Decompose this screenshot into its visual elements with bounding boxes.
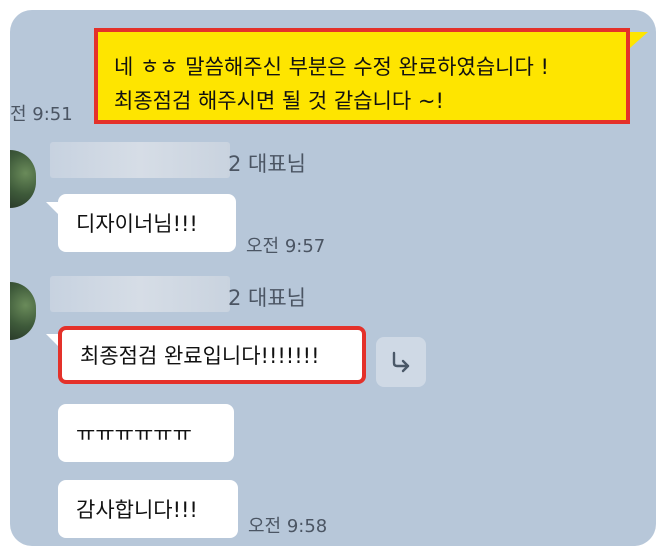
sender-name-blurred	[50, 276, 230, 312]
message-text: 감사합니다!!!	[76, 498, 198, 522]
outgoing-message-bubble[interactable]: 네 ㅎㅎ 말씀해주신 부분은 수정 완료하였습니다 ! 최종점검 해주시면 될 …	[94, 28, 630, 124]
highlighted-message-bubble[interactable]: 최종점검 완료입니다!!!!!!!	[58, 326, 366, 384]
sender-name-blurred	[50, 142, 230, 178]
outgoing-message-line1: 네 ㅎㅎ 말씀해주신 부분은 수정 완료하였습니다 !	[114, 55, 549, 79]
message-bubble[interactable]: 디자이너님!!!	[58, 194, 236, 252]
sender-name-label: 2 대표님	[228, 152, 306, 176]
outgoing-message-line2: 최종점검 해주시면 될 것 같습니다 ~!	[114, 89, 444, 113]
message-text: 최종점검 완료입니다!!!!!!!	[80, 344, 320, 368]
message-timestamp: 오전 9:58	[248, 516, 328, 537]
message-text: ㅠㅠㅠㅠㅠㅠ	[76, 422, 192, 446]
sender-avatar[interactable]	[10, 150, 36, 208]
message-timestamp: 오전 9:57	[246, 236, 326, 257]
outgoing-timestamp: 전 9:51	[10, 104, 73, 125]
chat-window: 네 ㅎㅎ 말씀해주신 부분은 수정 완료하였습니다 ! 최종점검 해주시면 될 …	[10, 10, 656, 546]
message-text: 디자이너님!!!	[76, 212, 198, 236]
outgoing-bubble-tail	[630, 32, 648, 48]
sender-name-label: 2 대표님	[228, 286, 306, 310]
share-button[interactable]	[376, 337, 426, 387]
sender-avatar[interactable]	[10, 282, 36, 340]
message-bubble[interactable]: ㅠㅠㅠㅠㅠㅠ	[58, 404, 234, 462]
message-bubble[interactable]: 감사합니다!!!	[58, 480, 238, 538]
forward-arrow-icon	[392, 351, 410, 373]
